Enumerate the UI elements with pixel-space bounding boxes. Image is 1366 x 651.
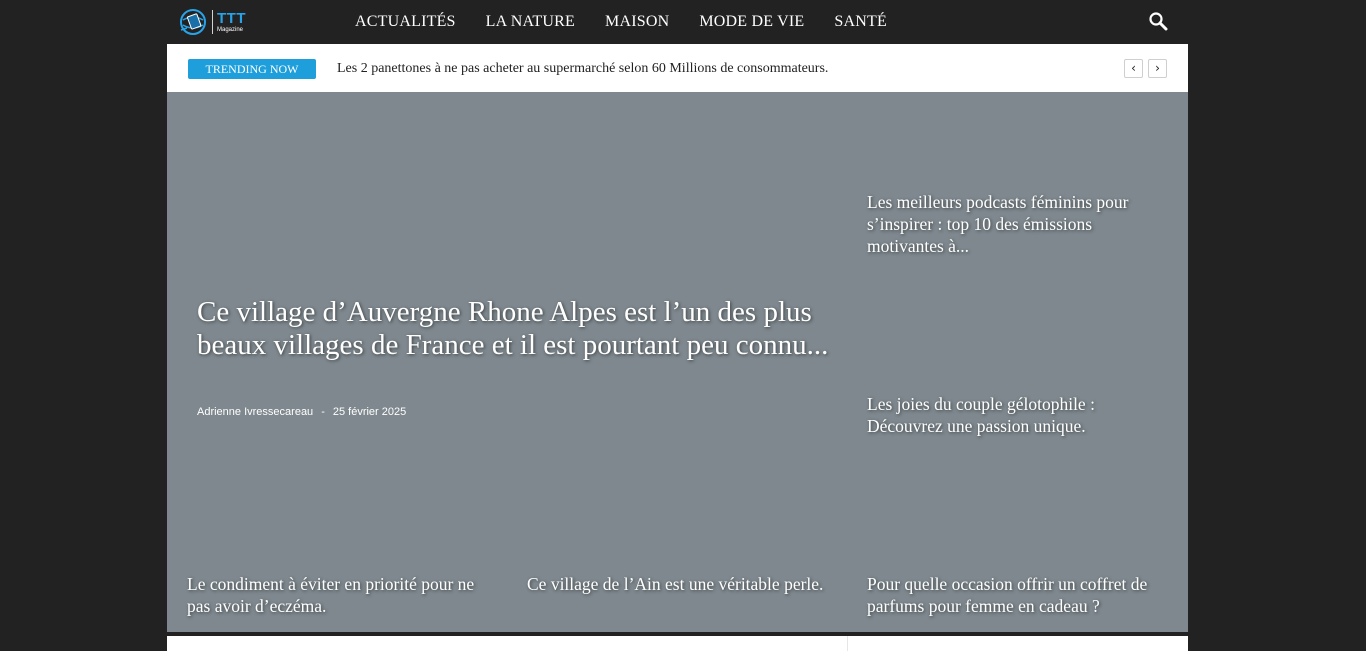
featured-grid: [167, 92, 1188, 632]
author-link[interactable]: Adrienne Ivressecareau: [197, 406, 313, 418]
trending-badge: TRENDING NOW: [188, 59, 316, 79]
nav-item-maison[interactable]: MAISON: [590, 0, 684, 44]
featured-article-title[interactable]: Ce village d’Auvergne Rhone Alpes est l’…: [197, 296, 837, 362]
side-post-title[interactable]: Les meilleurs podcasts féminins pour s’i…: [867, 191, 1167, 257]
globe-logo-icon: [180, 9, 206, 35]
chevron-left-icon[interactable]: ‹: [1124, 59, 1143, 78]
search-icon[interactable]: [1148, 11, 1168, 31]
bottom-post-title[interactable]: Ce village de l’Ain est une véritable pe…: [527, 573, 827, 595]
nav-item-actualites[interactable]: ACTUALITÉS: [340, 0, 471, 44]
logo-name: TTT: [217, 10, 246, 27]
main-menu: ACTUALITÉS LA NATURE MAISON MODE DE VIE …: [340, 0, 902, 44]
nav-item-sante[interactable]: SANTÉ: [819, 0, 902, 44]
side-post-title[interactable]: Les joies du couple gélotophile : Découv…: [867, 393, 1167, 437]
content-area-top: [167, 636, 1188, 651]
chevron-right-icon[interactable]: ›: [1148, 59, 1167, 78]
trending-headline-link[interactable]: Les 2 panettones à ne pas acheter au sup…: [337, 61, 828, 77]
top-navbar: TTT Magazine ACTUALITÉS LA NATURE MAISON…: [0, 0, 1366, 44]
nav-item-la-nature[interactable]: LA NATURE: [471, 0, 590, 44]
meta-separator: -: [321, 406, 325, 418]
logo-text: TTT Magazine: [217, 11, 246, 33]
bottom-post-title[interactable]: Pour quelle occasion offrir un coffret d…: [867, 573, 1167, 617]
site-logo[interactable]: TTT Magazine: [177, 6, 246, 38]
nav-item-mode-de-vie[interactable]: MODE DE VIE: [684, 0, 819, 44]
logo-divider: [212, 10, 213, 34]
featured-article-meta: Adrienne Ivressecareau - 25 février 2025: [197, 406, 406, 418]
bottom-post-title[interactable]: Le condiment à éviter en priorité pour n…: [187, 573, 487, 617]
logo-tagline: Magazine: [217, 27, 244, 33]
publish-date: 25 février 2025: [332, 406, 407, 418]
trending-bar: TRENDING NOW Les 2 panettones à ne pas a…: [167, 44, 1188, 92]
sidebar-divider: [847, 636, 848, 651]
